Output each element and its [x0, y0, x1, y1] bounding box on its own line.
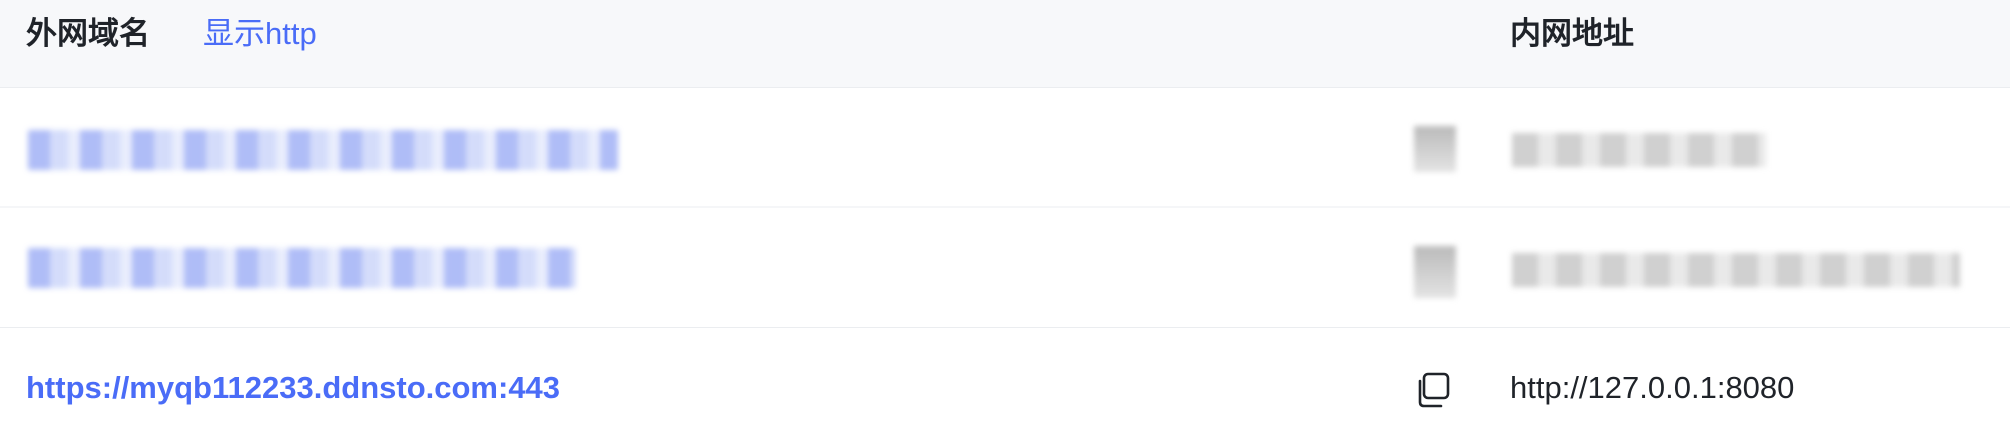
redacted-address	[1512, 133, 1766, 167]
domain-link[interactable]: https://myqb112233.ddnsto.com:443	[26, 328, 560, 434]
domain-table: 外网域名 显示http 内网地址 https://myqb112233.ddns…	[0, 0, 2010, 434]
copy-icon[interactable]	[1413, 370, 1453, 410]
redacted-domain-link[interactable]	[28, 130, 618, 170]
redacted-address	[1512, 253, 1960, 287]
table-row: https://myqb112233.ddnsto.com:443 http:/…	[0, 327, 2010, 434]
table-row	[0, 88, 2010, 206]
table-header: 外网域名 显示http 内网地址	[0, 0, 2010, 88]
column-header-address: 内网地址	[1510, 16, 1634, 51]
copy-icon[interactable]	[1414, 126, 1456, 172]
column-header-domain: 外网域名	[26, 16, 150, 51]
redacted-domain-link[interactable]	[28, 248, 576, 288]
show-http-toggle[interactable]: 显示http	[203, 0, 317, 87]
copy-icon[interactable]	[1414, 246, 1456, 298]
internal-address: http://127.0.0.1:8080	[1510, 370, 1795, 405]
table-row	[0, 208, 2010, 326]
